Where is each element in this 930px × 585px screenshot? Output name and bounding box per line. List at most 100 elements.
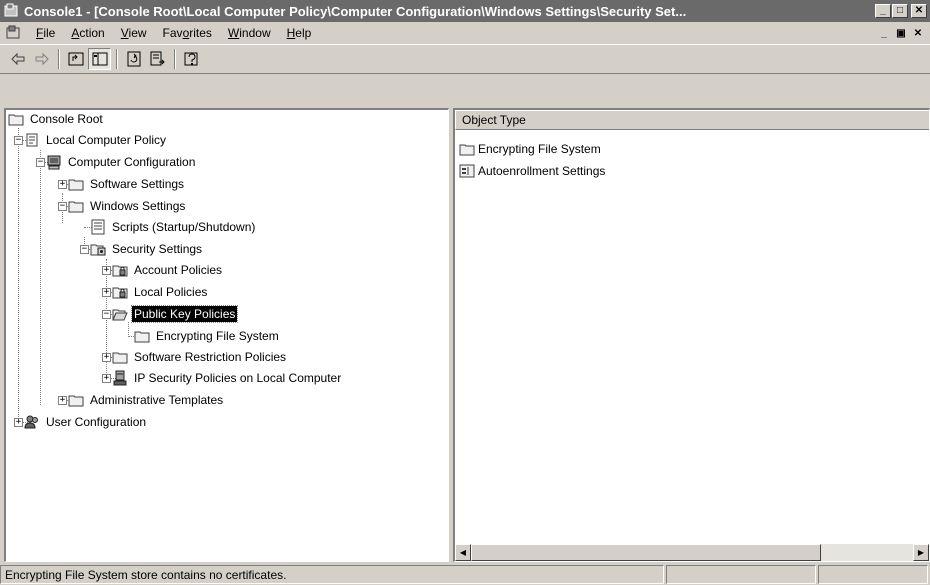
status-text-panel: Encrypting File System store contains no… bbox=[0, 565, 664, 584]
collapse-button[interactable]: − bbox=[14, 136, 23, 145]
tree-item-label: Encrypting File System bbox=[156, 329, 279, 343]
tree-item-label: IP Security Policies on Local Computer bbox=[134, 371, 342, 385]
tree-item-windows-settings[interactable]: Windows Settings bbox=[68, 197, 187, 215]
menu-file[interactable]: File bbox=[28, 26, 63, 40]
list-item-label: Encrypting File System bbox=[478, 142, 601, 156]
open-folder-icon bbox=[112, 309, 128, 321]
expand-button[interactable]: + bbox=[14, 418, 23, 427]
locked-folder-icon bbox=[112, 287, 128, 299]
script-icon bbox=[91, 219, 105, 235]
console-document-icon[interactable] bbox=[6, 25, 22, 41]
expand-button[interactable]: + bbox=[102, 374, 111, 383]
collapse-button[interactable]: − bbox=[80, 245, 89, 254]
child-restore-button[interactable]: ▣ bbox=[893, 26, 909, 40]
refresh-button[interactable] bbox=[122, 48, 145, 70]
console-tree-pane[interactable]: − − + − − + + − + + + + Console Root Loc… bbox=[4, 108, 449, 562]
tree-item-administrative-templates[interactable]: Administrative Templates bbox=[68, 391, 225, 409]
tree-item-console-root[interactable]: Console Root bbox=[8, 110, 105, 128]
tree-item-label: User Configuration bbox=[46, 415, 147, 429]
status-bar: Encrypting File System store contains no… bbox=[0, 565, 930, 585]
list-item[interactable]: Autoenrollment Settings bbox=[459, 161, 605, 181]
tree-item-user-configuration[interactable]: User Configuration bbox=[24, 413, 148, 431]
minimize-button[interactable]: _ bbox=[875, 4, 891, 18]
folder-icon bbox=[68, 395, 84, 407]
tree-item-label: Public Key Policies bbox=[130, 305, 239, 323]
help-icon bbox=[184, 52, 197, 66]
scroll-left-button[interactable]: ◀ bbox=[455, 544, 471, 561]
up-one-level-button[interactable] bbox=[64, 48, 87, 70]
tree-item-label: Security Settings bbox=[112, 242, 203, 256]
horizontal-scrollbar[interactable]: ◀ ▶ bbox=[455, 544, 929, 561]
tree-item-label: Scripts (Startup/Shutdown) bbox=[112, 220, 256, 234]
tree-item-software-restriction-policies[interactable]: Software Restriction Policies bbox=[112, 348, 288, 366]
toolbar-separator bbox=[116, 49, 118, 69]
help-button[interactable] bbox=[180, 48, 203, 70]
tree-item-label: Administrative Templates bbox=[90, 393, 224, 407]
menu-bar: File Action View Favorites Window Help _… bbox=[0, 22, 930, 44]
column-header-object-type[interactable]: Object Type bbox=[455, 110, 929, 130]
scroll-track[interactable] bbox=[821, 544, 913, 561]
locked-folder-icon bbox=[112, 265, 128, 277]
tree-item-ip-security-policies[interactable]: IP Security Policies on Local Computer bbox=[112, 369, 343, 387]
tree-item-account-policies[interactable]: Account Policies bbox=[112, 261, 224, 279]
child-close-button[interactable]: ✕ bbox=[910, 26, 926, 40]
status-text: Encrypting File System store contains no… bbox=[5, 567, 287, 582]
tree-connector bbox=[128, 322, 129, 337]
tree-item-computer-configuration[interactable]: Computer Configuration bbox=[46, 153, 197, 171]
up-folder-icon bbox=[68, 52, 83, 66]
settings-icon bbox=[459, 164, 475, 178]
tree-item-encrypting-file-system[interactable]: Encrypting File System bbox=[134, 327, 281, 345]
close-button[interactable]: ✕ bbox=[911, 4, 927, 18]
folder-icon bbox=[459, 144, 475, 156]
window-title: Console1 - [Console Root\Local Computer … bbox=[24, 3, 687, 19]
collapse-button[interactable]: − bbox=[58, 202, 67, 211]
folder-icon bbox=[112, 352, 128, 364]
tree-item-software-settings[interactable]: Software Settings bbox=[68, 175, 186, 193]
list-item[interactable]: Encrypting File System bbox=[459, 139, 601, 159]
tree-item-scripts[interactable]: Scripts (Startup/Shutdown) bbox=[90, 218, 257, 236]
expand-button[interactable]: + bbox=[102, 288, 111, 297]
collapse-button[interactable]: − bbox=[36, 158, 45, 167]
policy-scroll-icon bbox=[26, 133, 38, 147]
toolbar-separator bbox=[174, 49, 176, 69]
mmc-console-icon bbox=[4, 3, 18, 17]
list-item-label: Autoenrollment Settings bbox=[478, 164, 606, 178]
export-list-button[interactable] bbox=[146, 48, 169, 70]
expand-button[interactable]: + bbox=[102, 266, 111, 275]
menu-window[interactable]: Window bbox=[220, 26, 279, 40]
expand-button[interactable]: + bbox=[58, 180, 67, 189]
tree-item-label: Windows Settings bbox=[90, 199, 186, 213]
tree-item-label: Computer Configuration bbox=[68, 155, 196, 169]
status-panel bbox=[666, 565, 816, 584]
expand-button[interactable]: + bbox=[102, 353, 111, 362]
tree-item-local-computer-policy[interactable]: Local Computer Policy bbox=[24, 131, 168, 149]
scroll-thumb[interactable] bbox=[471, 544, 821, 561]
tree-item-security-settings[interactable]: Security Settings bbox=[90, 240, 204, 258]
tree-item-local-policies[interactable]: Local Policies bbox=[112, 283, 209, 301]
back-button[interactable] bbox=[6, 48, 29, 70]
folder-icon bbox=[8, 114, 24, 126]
title-bar[interactable]: Console1 - [Console Root\Local Computer … bbox=[0, 0, 930, 22]
menu-view[interactable]: View bbox=[113, 26, 155, 40]
folder-icon bbox=[134, 331, 150, 343]
console-tree-icon bbox=[92, 52, 107, 66]
menu-favorites[interactable]: Favorites bbox=[155, 26, 220, 40]
forward-arrow-icon bbox=[35, 52, 49, 66]
security-settings-icon bbox=[90, 244, 106, 256]
forward-button[interactable] bbox=[30, 48, 53, 70]
child-minimize-button[interactable]: _ bbox=[876, 26, 892, 40]
show-hide-tree-button[interactable] bbox=[88, 48, 111, 70]
details-pane[interactable]: Object Type Encrypting File System Autoe… bbox=[453, 108, 930, 562]
scroll-right-button[interactable]: ▶ bbox=[913, 544, 929, 561]
column-header-label: Object Type bbox=[462, 113, 526, 127]
tree-connector bbox=[18, 128, 19, 425]
tree-item-public-key-policies[interactable]: Public Key Policies bbox=[112, 305, 239, 323]
maximize-button[interactable]: □ bbox=[892, 4, 908, 18]
menu-help[interactable]: Help bbox=[279, 26, 320, 40]
computer-icon bbox=[47, 155, 61, 170]
tree-item-label: Console Root bbox=[30, 112, 103, 126]
menu-action[interactable]: Action bbox=[63, 26, 112, 40]
collapse-button[interactable]: − bbox=[102, 310, 111, 319]
expand-button[interactable]: + bbox=[58, 396, 67, 405]
tree-item-label: Software Restriction Policies bbox=[134, 350, 287, 364]
